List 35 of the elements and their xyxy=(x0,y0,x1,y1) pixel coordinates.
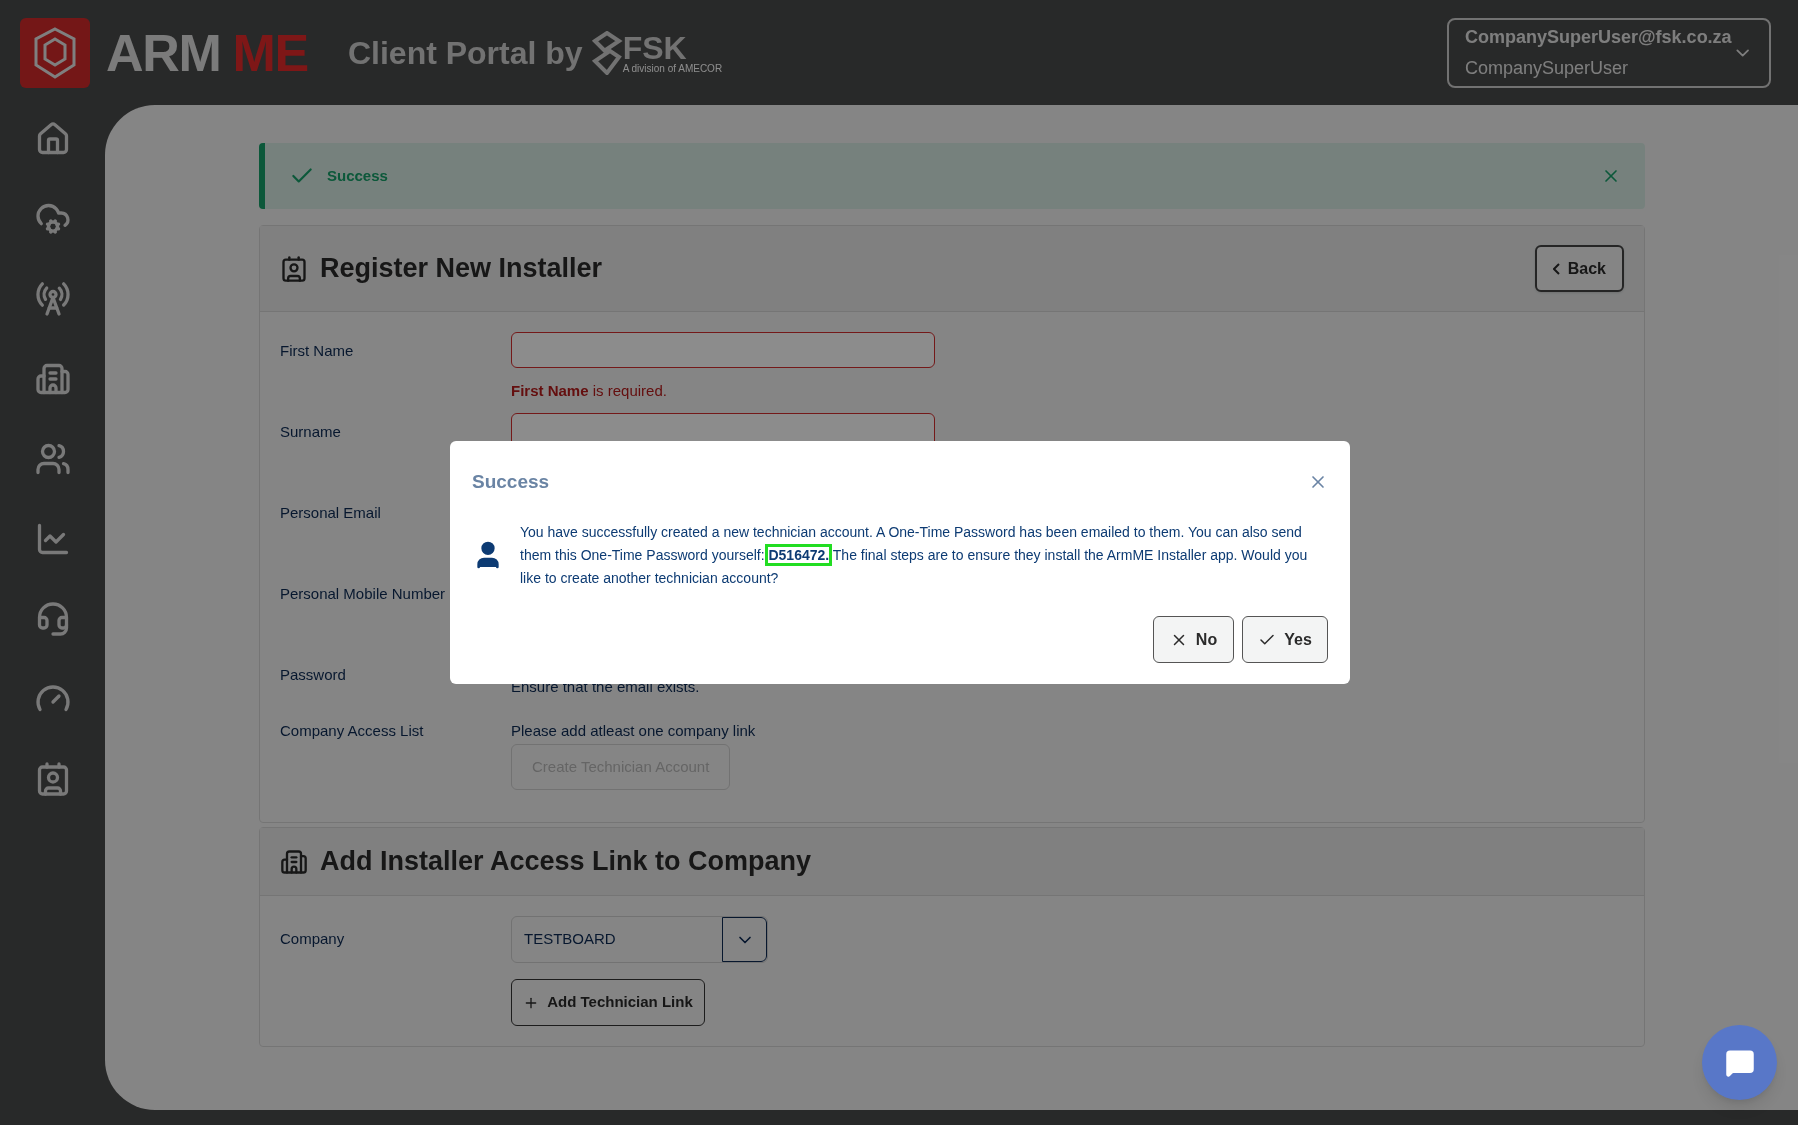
back-button[interactable]: Back xyxy=(1534,245,1624,292)
brand-mark-icon xyxy=(590,30,623,75)
antenna-icon[interactable] xyxy=(34,281,71,317)
field-label: Surname xyxy=(280,422,342,442)
id-card-icon xyxy=(280,254,308,283)
field-label: Personal Email xyxy=(280,503,382,523)
field-label: Company xyxy=(280,929,346,949)
user-menu[interactable]: CompanySuperUser@fsk.co.za CompanySuperUser xyxy=(1447,17,1771,88)
field-label: First Name xyxy=(280,341,355,361)
building-icon xyxy=(280,847,308,876)
no-button[interactable]: No xyxy=(1153,616,1234,663)
users-icon[interactable] xyxy=(34,441,71,477)
chevron-icon xyxy=(1552,262,1560,275)
alert-text: Success xyxy=(327,165,388,186)
yes-button[interactable]: Yes xyxy=(1242,616,1328,663)
field-label: Personal Mobile Number xyxy=(280,584,447,604)
error-message: First Name is required. xyxy=(511,381,668,401)
company-select[interactable]: TESTBOARD xyxy=(511,916,768,963)
brand-text: FSK xyxy=(622,31,687,64)
portal-title: Client Portal by xyxy=(347,33,583,73)
section-title: Add Installer Access Link to Company xyxy=(320,845,812,879)
field-label: Password xyxy=(280,665,347,685)
dialog-title: Success xyxy=(472,470,550,494)
hint-text: Please add atleast one company link xyxy=(511,721,756,741)
building-icon[interactable] xyxy=(34,361,71,397)
cloud-icon[interactable] xyxy=(34,201,71,237)
brand-subtitle: A division of AMECOR xyxy=(622,63,723,74)
logo-text: ARM xyxy=(106,22,221,84)
field-label: Company Access List xyxy=(280,721,425,741)
section-title: Register New Installer xyxy=(320,252,603,286)
add-link-button[interactable]: Add Technician Link xyxy=(511,979,705,1026)
dialog-message: You have successfully created a new technician account. A One-Time Password has been emailed to them. You can also send them this One-Time Password yourself: D516472. The final steps are to ensure they install the ArmME Installer app. Would you like to create another technician account? xyxy=(520,522,1309,588)
logo-text: ME xyxy=(232,22,308,84)
shield-logo-icon xyxy=(20,17,90,88)
text-input[interactable] xyxy=(511,332,935,368)
